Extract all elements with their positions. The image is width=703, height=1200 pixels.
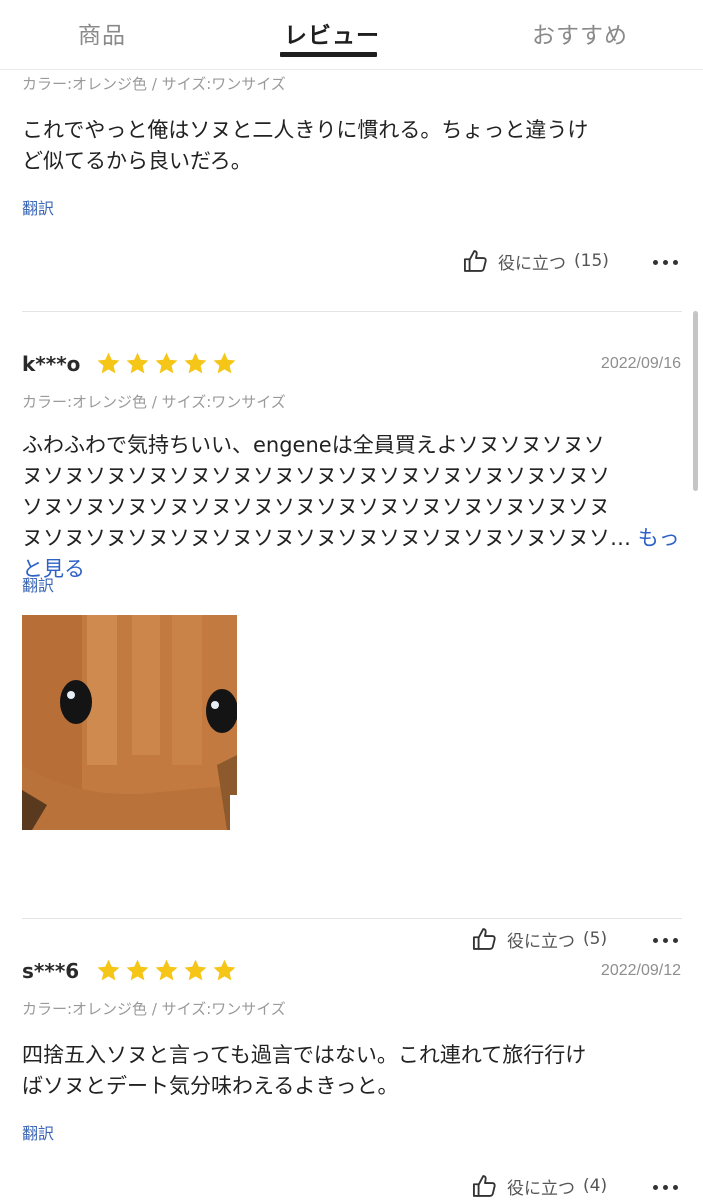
review-text-line: 四捨五入ソヌと言っても過言ではない。これ連れて旅行行け	[22, 1043, 587, 1067]
review-text: 四捨五入ソヌと言っても過言ではない。これ連れて旅行行け ばソヌとデート気分味わえ…	[22, 1040, 682, 1102]
thumbs-up-icon	[472, 928, 496, 950]
more-options-button[interactable]	[653, 935, 679, 945]
scrollbar[interactable]	[693, 311, 698, 491]
reviewer-name: s***6	[22, 959, 80, 983]
reviewer-name: k***o	[22, 352, 81, 376]
star-icon	[184, 352, 207, 374]
translate-link[interactable]: 翻訳	[22, 572, 54, 596]
tab-reviews[interactable]: レビュー	[284, 16, 380, 50]
star-icon	[155, 352, 178, 374]
review-text: ふわふわで気持ちいい、engeneは全員買えよソヌソヌソヌソ ヌソヌソヌソヌソヌ…	[22, 430, 682, 585]
review-text: これでやっと俺はソヌと二人きりに慣れる。ちょっと違うけ ど似てるから良いだろ。	[22, 115, 682, 177]
more-dots-icon	[653, 937, 658, 943]
more-dots-icon	[653, 259, 658, 265]
review-variant: カラー:オレンジ色 / サイズ:ワンサイズ	[22, 75, 286, 93]
more-options-button[interactable]	[653, 1182, 679, 1192]
divider	[22, 918, 682, 919]
tab-bar: 商品 レビュー おすすめ	[0, 0, 703, 70]
tab-product[interactable]: 商品	[78, 16, 126, 50]
plush-photo-image	[22, 615, 237, 830]
helpful-label: 役に立つ	[507, 931, 575, 952]
helpful-label: 役に立つ	[507, 1178, 575, 1199]
translate-link[interactable]: 翻訳	[22, 1120, 54, 1144]
review-text-line: ばソヌとデート気分味わえるよきっと。	[22, 1074, 399, 1098]
review-text-line: ヌソヌソヌソヌソヌソヌソヌソヌソヌソヌソヌソヌソヌソヌソ	[22, 464, 610, 488]
helpful-label: 役に立つ	[498, 253, 566, 274]
review-date: 2022/09/12	[600, 962, 681, 979]
star-icon	[126, 352, 149, 374]
star-icon	[126, 959, 149, 981]
star-icon	[97, 959, 120, 981]
review-list[interactable]: カラー:オレンジ色 / サイズ:ワンサイズ これでやっと俺はソヌと二人きりに慣れ…	[0, 71, 703, 1200]
tab-recommended[interactable]: おすすめ	[532, 16, 628, 50]
helpful-count: (15)	[574, 251, 609, 271]
review-text-line: これでやっと俺はソヌと二人きりに慣れる。ちょっと違うけ	[22, 118, 589, 142]
review-text-line: ソヌソヌソヌソヌソヌソヌソヌソヌソヌソヌソヌソヌソヌソヌ	[22, 495, 610, 519]
more-options-button[interactable]	[653, 257, 679, 267]
star-icon	[213, 352, 236, 374]
thumbs-up-icon	[463, 250, 487, 272]
review-variant: カラー:オレンジ色 / サイズ:ワンサイズ	[22, 393, 286, 411]
helpful-button[interactable]: 役に立つ (5)	[471, 925, 607, 953]
star-icon	[155, 959, 178, 981]
star-rating	[96, 351, 237, 377]
review-text-line-tail: ヌソヌソヌソヌソヌソヌソヌソヌソヌソヌソヌソヌソヌソヌソ…	[22, 526, 631, 550]
helpful-count: (4)	[583, 1176, 608, 1196]
review-text-line: ど似てるから良いだろ。	[22, 149, 252, 173]
review-variant: カラー:オレンジ色 / サイズ:ワンサイズ	[22, 1000, 286, 1018]
star-icon	[184, 959, 207, 981]
thumbs-up-icon	[472, 1175, 496, 1197]
star-rating	[96, 958, 237, 984]
review-date: 2022/09/16	[600, 355, 681, 372]
divider	[22, 311, 682, 312]
helpful-button[interactable]: 役に立つ (4)	[471, 1172, 607, 1200]
active-tab-indicator	[280, 52, 377, 57]
more-dots-icon	[653, 1184, 658, 1190]
star-icon	[213, 959, 236, 981]
review-text-line: ふわふわで気持ちいい、engeneは全員買えよソヌソヌソヌソ	[22, 433, 605, 457]
review-photo[interactable]	[22, 615, 237, 830]
helpful-button[interactable]: 役に立つ (15)	[462, 247, 609, 275]
helpful-count: (5)	[583, 929, 608, 949]
star-icon	[97, 352, 120, 374]
translate-link[interactable]: 翻訳	[22, 195, 54, 219]
review-text-line: ヌソヌソヌソヌソヌソヌソヌソヌソヌソヌソヌソヌソヌソヌソ… もっと見る	[22, 523, 682, 585]
